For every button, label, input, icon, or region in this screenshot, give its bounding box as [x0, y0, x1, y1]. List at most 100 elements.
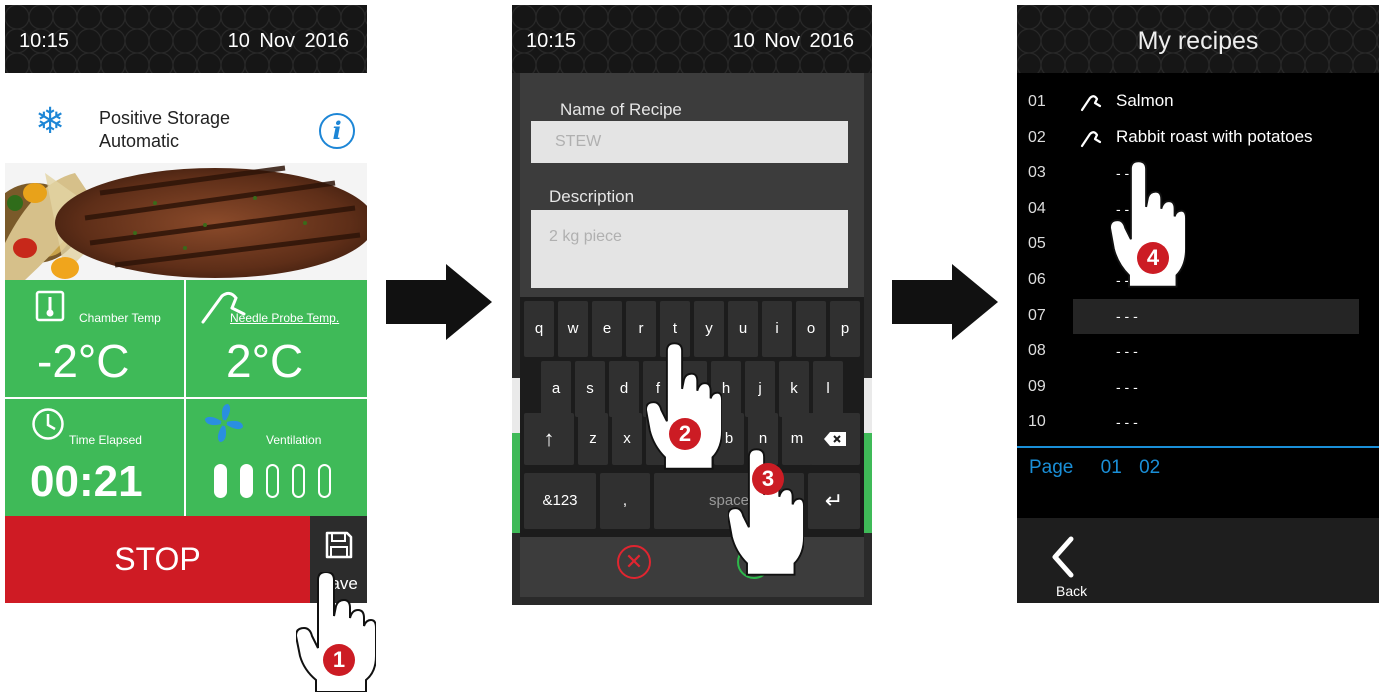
recipe-number: 04: [1028, 199, 1046, 217]
status-bar: 10:15 10 Nov 2016: [5, 5, 367, 73]
page-link-1[interactable]: 01: [1101, 457, 1122, 478]
fan-icon: [205, 404, 243, 442]
key-u[interactable]: u: [728, 301, 758, 357]
clock-time: 10:15: [526, 30, 577, 52]
back-label: Back: [1056, 583, 1088, 599]
screen-cycle-running: 10:15 10 Nov 2016 ❄ Positive Storage Aut…: [5, 5, 367, 603]
description-label: Description: [549, 187, 635, 206]
recipe-name: - - -: [1116, 343, 1138, 360]
key-x[interactable]: x: [612, 413, 642, 465]
needle-probe-icon: [1080, 130, 1102, 147]
comma-key[interactable]: ,: [600, 473, 650, 529]
numbers-symbols-key[interactable]: &123: [524, 473, 596, 529]
footer-bar: Back: [1017, 518, 1379, 603]
cancel-icon[interactable]: ✕: [617, 545, 651, 579]
probe-temp-cell: Needle Probe Temp. 2°C: [186, 280, 367, 397]
recipe-row[interactable]: 04- - -: [1017, 192, 1379, 227]
save-recipe-dialog: Name of Recipe STEW Description 2 kg pie…: [520, 73, 864, 597]
floppy-disk-icon: [325, 531, 353, 559]
screen-my-recipes: My recipes 01 Salmon 02 Rabbit roast with p…: [1017, 5, 1379, 603]
recipe-row[interactable]: 05- - -: [1017, 227, 1379, 262]
snowflake-icon: ❄: [35, 100, 66, 141]
mode-title: Positive Storage: [99, 108, 231, 128]
step-badge-1: 1: [323, 644, 355, 676]
mode-panel: ❄ Positive Storage Automatic i: [5, 73, 367, 163]
recipe-name: - - -: [1116, 307, 1138, 324]
recipe-number: 03: [1028, 164, 1046, 182]
ventilation-level-bar: [240, 464, 253, 498]
needle-probe-icon: [1080, 95, 1102, 112]
recipe-row[interactable]: 02 Rabbit roast with potatoes: [1017, 121, 1379, 156]
recipe-name: Salmon: [1116, 91, 1174, 110]
ventilation-level-bar: [292, 464, 305, 498]
ventilation-level-bar: [318, 464, 331, 498]
key-z[interactable]: z: [578, 413, 608, 465]
info-icon[interactable]: i: [319, 113, 355, 149]
clock-icon: [32, 408, 64, 440]
step-badge-2: 2: [669, 418, 701, 450]
mode-subtitle: Automatic: [99, 131, 180, 151]
arrow-right-icon: [386, 264, 492, 340]
title-bar: My recipes: [1017, 5, 1379, 73]
chamber-temp-cell: Chamber Temp -2°C: [5, 280, 184, 397]
recipe-number: 07: [1028, 306, 1046, 324]
pagination: Page 01 02: [1029, 457, 1160, 479]
ventilation-level-bar: [266, 464, 279, 498]
description-field[interactable]: 2 kg piece: [531, 210, 848, 288]
food-photo: [5, 163, 367, 280]
key-s[interactable]: s: [575, 361, 605, 417]
backspace-key[interactable]: [810, 413, 860, 465]
time-elapsed-value: 00:21: [30, 457, 143, 506]
chamber-temp-label: Chamber Temp: [79, 311, 161, 325]
step-badge-4: 4: [1137, 242, 1169, 274]
page-link-2[interactable]: 02: [1139, 457, 1160, 478]
status-bar: 10:15 10 Nov 2016: [512, 5, 872, 73]
recipe-name-field[interactable]: STEW: [531, 121, 848, 163]
enter-key[interactable]: ↵: [808, 473, 860, 529]
clock-date: 10 Nov 2016: [732, 30, 854, 52]
backspace-icon: [824, 432, 846, 447]
recipe-row[interactable]: 06- - -: [1017, 263, 1379, 298]
recipe-name: Rabbit roast with potatoes: [1116, 126, 1313, 146]
probe-temp-label: Needle Probe Temp.: [230, 311, 340, 325]
key-w[interactable]: w: [558, 301, 588, 357]
probe-temp-value: 2°C: [226, 335, 304, 387]
screen-save-recipe-dialog: 10:15 10 Nov 2016 Name of Recipe STEW De…: [512, 5, 872, 605]
time-elapsed-cell: Time Elapsed 00:21: [5, 399, 184, 516]
page-divider: [1017, 446, 1379, 448]
key-k[interactable]: k: [779, 361, 809, 417]
key-j[interactable]: j: [745, 361, 775, 417]
recipe-row[interactable]: 03- - -: [1017, 156, 1379, 191]
recipe-row[interactable]: 01 Salmon: [1017, 85, 1379, 120]
key-p[interactable]: p: [830, 301, 860, 357]
key-o[interactable]: o: [796, 301, 826, 357]
key-l[interactable]: l: [813, 361, 843, 417]
clock-date: 10 Nov 2016: [227, 30, 349, 52]
ventilation-level-bar: [214, 464, 227, 498]
clock-time: 10:15: [19, 30, 70, 52]
recipe-number: 02: [1028, 128, 1046, 146]
recipe-row[interactable]: 09 - - -: [1017, 370, 1379, 405]
recipe-number: 05: [1028, 235, 1046, 253]
shift-key[interactable]: ↑: [524, 413, 574, 465]
recipe-number: 08: [1028, 342, 1046, 360]
recipe-number: 06: [1028, 271, 1046, 288]
key-a[interactable]: a: [541, 361, 571, 417]
recipe-number: 01: [1028, 93, 1046, 110]
page-label: Page: [1029, 457, 1074, 478]
time-elapsed-label: Time Elapsed: [69, 433, 142, 447]
readings-grid: Chamber Temp -2°C Needle Probe Temp. 2°C…: [5, 280, 367, 516]
key-i[interactable]: i: [762, 301, 792, 357]
step-badge-3: 3: [752, 463, 784, 495]
recipe-name: - - -: [1116, 414, 1138, 431]
stop-button[interactable]: STOP: [5, 516, 310, 603]
page-title: My recipes: [1137, 27, 1259, 55]
key-e[interactable]: e: [592, 301, 622, 357]
recipe-number: 09: [1028, 377, 1046, 395]
recipe-row[interactable]: 10 - - -: [1017, 405, 1379, 440]
recipe-row[interactable]: 07 - - -: [1028, 298, 1359, 334]
hand-pointer-icon: [646, 342, 722, 470]
key-d[interactable]: d: [609, 361, 639, 417]
key-q[interactable]: q: [524, 301, 554, 357]
recipe-row[interactable]: 08 - - -: [1017, 334, 1379, 369]
